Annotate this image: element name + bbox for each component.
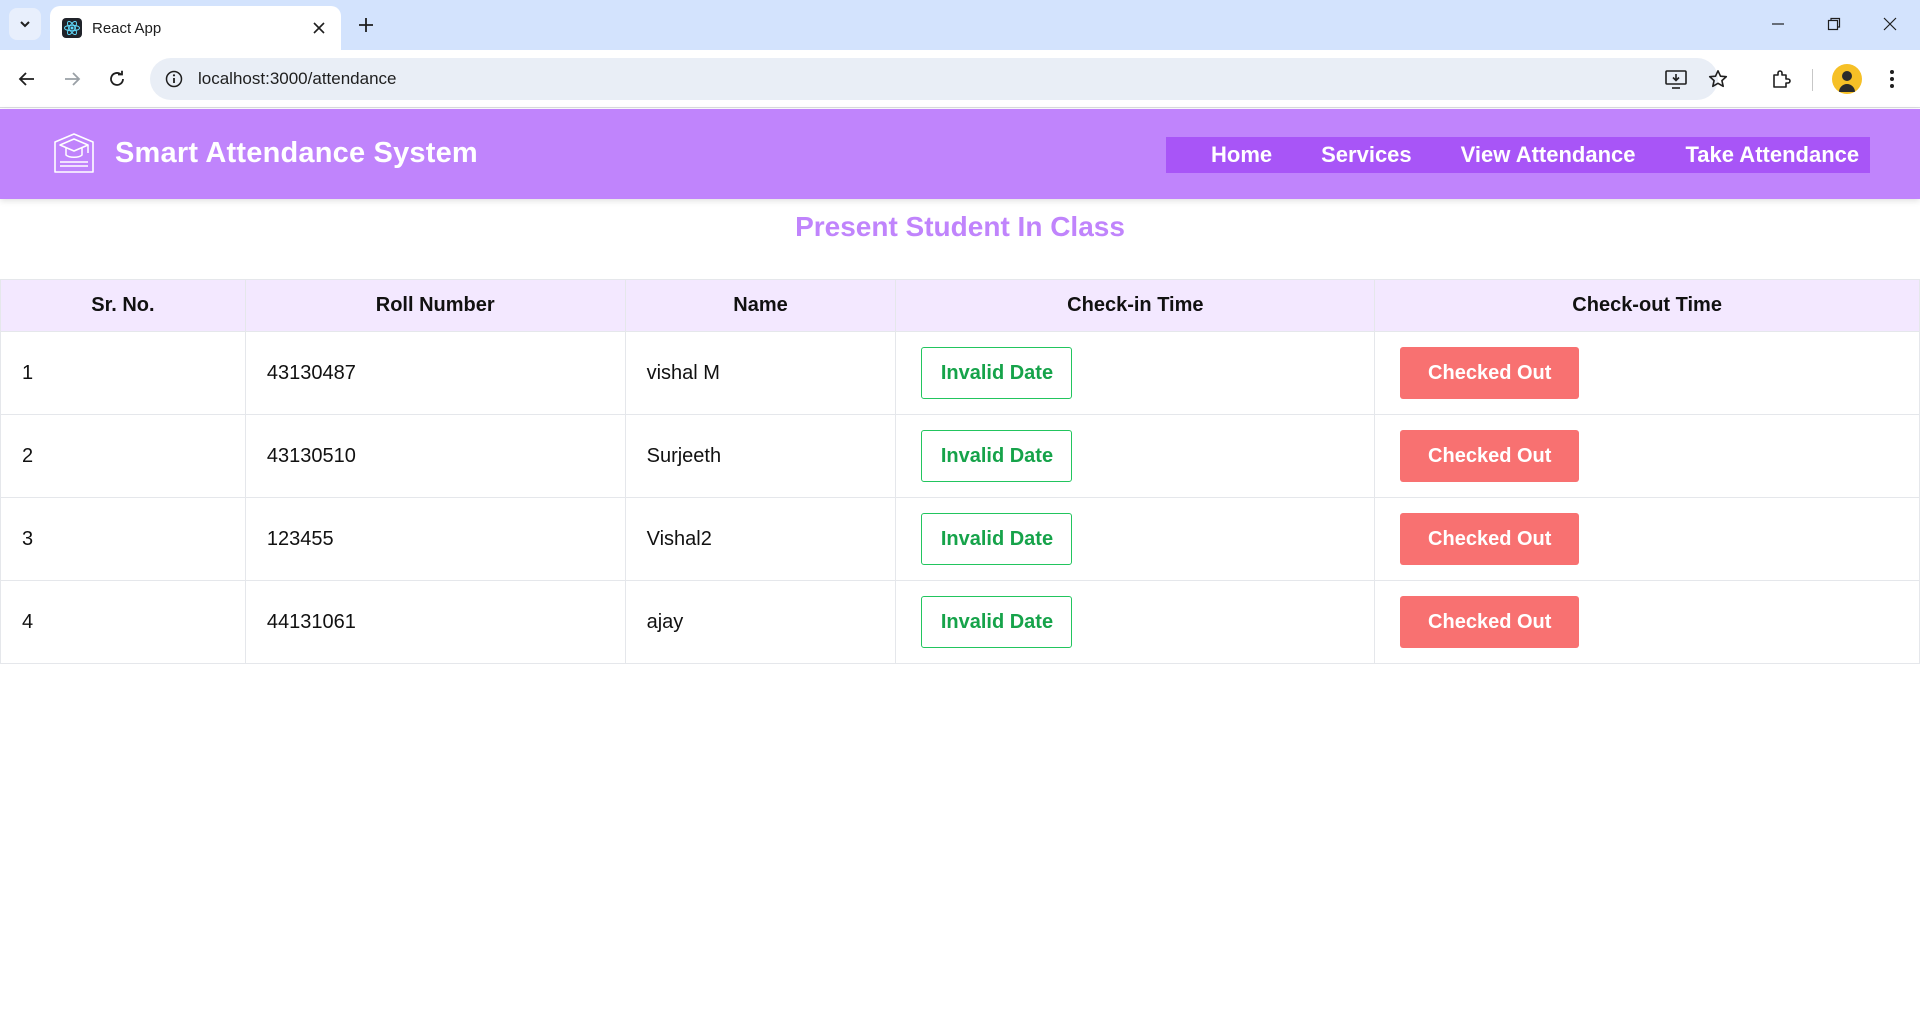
tab-search-icon[interactable] [9, 8, 41, 40]
cell-sr-no: 3 [0, 497, 246, 581]
brand[interactable]: Smart Attendance System [52, 131, 478, 175]
cell-name: vishal M [624, 331, 897, 415]
check-in-time-button[interactable]: Invalid Date [921, 513, 1073, 565]
nav-take-attendance[interactable]: Take Attendance [1686, 142, 1860, 168]
table-row: 3 123455 Vishal2 Invalid Date Checked Ou… [0, 497, 1920, 581]
nav-home[interactable]: Home [1211, 142, 1272, 168]
close-icon[interactable] [307, 16, 331, 40]
address-bar[interactable]: localhost:3000/attendance [150, 58, 1728, 100]
profile-avatar[interactable] [1832, 64, 1862, 94]
checked-out-button[interactable]: Checked Out [1400, 347, 1580, 399]
checked-out-button[interactable]: Checked Out [1400, 430, 1580, 482]
browser-tabstrip: React App [0, 0, 1920, 50]
url-text: localhost:3000/attendance [198, 69, 397, 88]
graduation-cap-icon [52, 131, 96, 175]
minimize-icon[interactable] [1750, 6, 1806, 42]
plus-icon[interactable] [350, 9, 382, 41]
extensions-icon[interactable] [1763, 61, 1799, 97]
cell-check-in: Invalid Date [895, 414, 1376, 498]
nav-services[interactable]: Services [1321, 142, 1412, 168]
cell-name: Surjeeth [624, 414, 897, 498]
column-header-check-out: Check-out Time [1374, 279, 1920, 332]
cell-name: Vishal2 [624, 497, 897, 581]
bookmark-star-icon[interactable] [1700, 61, 1736, 97]
react-favicon-icon [62, 18, 82, 38]
reload-icon[interactable] [99, 61, 135, 97]
restore-icon[interactable] [1806, 6, 1862, 42]
cell-name: ajay [624, 580, 897, 664]
table-row: 2 43130510 Surjeeth Invalid Date Checked… [0, 414, 1920, 498]
column-header-roll-number: Roll Number [244, 279, 626, 332]
check-in-time-button[interactable]: Invalid Date [921, 430, 1073, 482]
browser-toolbar: localhost:3000/attendance [0, 50, 1920, 108]
app-header: Smart Attendance System Home Services Vi… [0, 109, 1920, 199]
window-close-icon[interactable] [1862, 6, 1918, 42]
check-in-time-button[interactable]: Invalid Date [921, 596, 1073, 648]
tab-title: React App [92, 19, 162, 37]
cell-check-in: Invalid Date [895, 580, 1376, 664]
brand-title: Smart Attendance System [115, 136, 478, 169]
cell-sr-no: 2 [0, 414, 246, 498]
table-row: 1 43130487 vishal M Invalid Date Checked… [0, 331, 1920, 415]
attendance-table: Sr. No. Roll Number Name Check-in Time C… [0, 279, 1920, 664]
column-header-check-in: Check-in Time [895, 279, 1376, 332]
page-title: Present Student In Class [795, 211, 1125, 242]
forward-icon[interactable] [54, 61, 90, 97]
cell-sr-no: 4 [0, 580, 246, 664]
more-menu-icon[interactable] [1874, 61, 1910, 97]
site-info-icon[interactable] [154, 58, 194, 100]
column-header-name: Name [624, 279, 897, 332]
cell-roll-number: 123455 [244, 497, 626, 581]
cell-roll-number: 43130510 [244, 414, 626, 498]
table-header-row: Sr. No. Roll Number Name Check-in Time C… [0, 279, 1920, 332]
main-nav: Home Services View Attendance Take Atten… [1166, 137, 1870, 173]
cell-roll-number: 44131061 [244, 580, 626, 664]
check-in-time-button[interactable]: Invalid Date [921, 347, 1073, 399]
browser-tab[interactable]: React App [50, 6, 341, 50]
cell-check-out: Checked Out [1374, 497, 1920, 581]
back-icon[interactable] [9, 61, 45, 97]
cell-check-in: Invalid Date [895, 331, 1376, 415]
nav-view-attendance[interactable]: View Attendance [1461, 142, 1636, 168]
table-row: 4 44131061 ajay Invalid Date Checked Out [0, 580, 1920, 664]
cell-check-in: Invalid Date [895, 497, 1376, 581]
column-header-sr-no: Sr. No. [0, 279, 246, 332]
cell-sr-no: 1 [0, 331, 246, 415]
cell-check-out: Checked Out [1374, 580, 1920, 664]
cell-check-out: Checked Out [1374, 331, 1920, 415]
cell-check-out: Checked Out [1374, 414, 1920, 498]
checked-out-button[interactable]: Checked Out [1400, 596, 1580, 648]
cell-roll-number: 43130487 [244, 331, 626, 415]
checked-out-button[interactable]: Checked Out [1400, 513, 1580, 565]
toolbar-separator [1812, 69, 1813, 91]
install-app-icon[interactable] [1658, 61, 1694, 97]
